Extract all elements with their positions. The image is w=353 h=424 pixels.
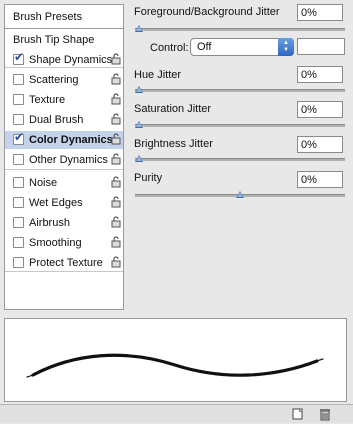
option-label: Shape Dynamics: [29, 54, 113, 66]
option-label: Color Dynamics: [29, 134, 113, 146]
lock-icon[interactable]: [111, 196, 121, 208]
option-scattering[interactable]: Scattering: [5, 71, 123, 89]
new-preset-icon[interactable]: [291, 407, 305, 421]
option-checkbox[interactable]: [13, 257, 24, 268]
option-label: Noise: [29, 177, 58, 189]
purity-slider[interactable]: [135, 191, 345, 198]
fg-bg-jitter-label: Foreground/Background Jitter: [134, 6, 280, 18]
lock-icon[interactable]: [111, 53, 121, 65]
saturation-jitter-label: Saturation Jitter: [134, 103, 212, 115]
option-label: Smoothing: [29, 237, 82, 249]
saturation-jitter-slider[interactable]: [135, 121, 345, 128]
brightness-jitter-label: Brightness Jitter: [134, 138, 213, 150]
option-label: Airbrush: [29, 217, 70, 229]
option-smoothing[interactable]: Smoothing: [5, 234, 123, 252]
fg-bg-jitter-input[interactable]: 0%: [297, 4, 343, 21]
option-noise[interactable]: Noise: [5, 174, 123, 192]
purity-knob[interactable]: [236, 191, 244, 198]
option-checkbox[interactable]: [13, 114, 24, 125]
option-color-dynamics[interactable]: ✔ Color Dynamics: [5, 131, 123, 149]
option-label: Texture: [29, 94, 66, 106]
checkmark-icon: ✔: [14, 50, 25, 64]
option-label: Other Dynamics: [29, 154, 108, 166]
lock-icon[interactable]: [111, 113, 121, 125]
brightness-jitter-slider[interactable]: [135, 155, 345, 162]
trash-icon[interactable]: [318, 407, 332, 421]
control-select-value: Off: [197, 41, 212, 53]
hue-jitter-knob[interactable]: [135, 86, 143, 93]
brush-presets-label: Brush Presets: [13, 11, 83, 23]
option-checkbox[interactable]: [13, 217, 24, 228]
lock-icon[interactable]: [111, 216, 121, 228]
lock-icon[interactable]: [111, 153, 121, 165]
brush-stroke-preview: [4, 318, 347, 402]
brightness-jitter-knob[interactable]: [135, 155, 143, 162]
stroke-preview-image: [26, 353, 324, 378]
option-texture[interactable]: Texture: [5, 91, 123, 109]
lock-icon[interactable]: [111, 93, 121, 105]
option-checkbox[interactable]: [13, 197, 24, 208]
option-checkbox[interactable]: [13, 74, 24, 85]
saturation-jitter-knob[interactable]: [135, 121, 143, 128]
lock-icon[interactable]: [111, 73, 121, 85]
brush-tip-shape-item[interactable]: Brush Tip Shape: [5, 31, 123, 49]
list-divider: [5, 169, 123, 170]
option-checkbox[interactable]: [13, 154, 24, 165]
lock-icon[interactable]: [111, 176, 121, 188]
select-arrows-icon: ▲ ▼: [278, 38, 294, 56]
saturation-jitter-input[interactable]: 0%: [297, 101, 343, 118]
fg-bg-jitter-knob[interactable]: [135, 25, 143, 32]
option-checkbox[interactable]: ✔: [13, 130, 25, 145]
control-secondary-field[interactable]: [297, 38, 345, 55]
checkmark-icon: ✔: [14, 130, 25, 144]
option-label: Wet Edges: [29, 197, 83, 209]
control-label: Control:: [150, 42, 189, 54]
brush-tip-shape-label: Brush Tip Shape: [13, 34, 95, 46]
control-select[interactable]: Off ▲ ▼: [190, 38, 294, 56]
option-checkbox[interactable]: [13, 237, 24, 248]
option-dual-brush[interactable]: Dual Brush: [5, 111, 123, 129]
option-airbrush[interactable]: Airbrush: [5, 214, 123, 232]
hue-jitter-label: Hue Jitter: [134, 69, 182, 81]
hue-jitter-slider[interactable]: [135, 86, 345, 93]
option-protect-texture[interactable]: Protect Texture: [5, 254, 123, 272]
lock-icon[interactable]: [111, 236, 121, 248]
option-label: Scattering: [29, 74, 79, 86]
option-checkbox[interactable]: ✔: [13, 50, 25, 65]
brush-options-list: Brush Presets Brush Tip Shape ✔ Shape Dyn…: [4, 4, 124, 310]
option-checkbox[interactable]: [13, 94, 24, 105]
purity-input[interactable]: 0%: [297, 171, 343, 188]
hue-jitter-input[interactable]: 0%: [297, 66, 343, 83]
option-label: Protect Texture: [29, 257, 103, 269]
lock-icon[interactable]: [111, 133, 121, 145]
list-divider: [5, 67, 123, 68]
list-divider: [5, 271, 123, 272]
brightness-jitter-input[interactable]: 0%: [297, 136, 343, 153]
option-label: Dual Brush: [29, 114, 84, 126]
panel-bottom-bar: [0, 404, 353, 423]
brush-presets-item[interactable]: Brush Presets: [5, 5, 123, 29]
option-other-dynamics[interactable]: Other Dynamics: [5, 151, 123, 169]
option-checkbox[interactable]: [13, 177, 24, 188]
lock-icon[interactable]: [111, 256, 121, 268]
fg-bg-jitter-slider[interactable]: [135, 25, 345, 32]
option-wet-edges[interactable]: Wet Edges: [5, 194, 123, 212]
purity-label: Purity: [134, 172, 163, 184]
